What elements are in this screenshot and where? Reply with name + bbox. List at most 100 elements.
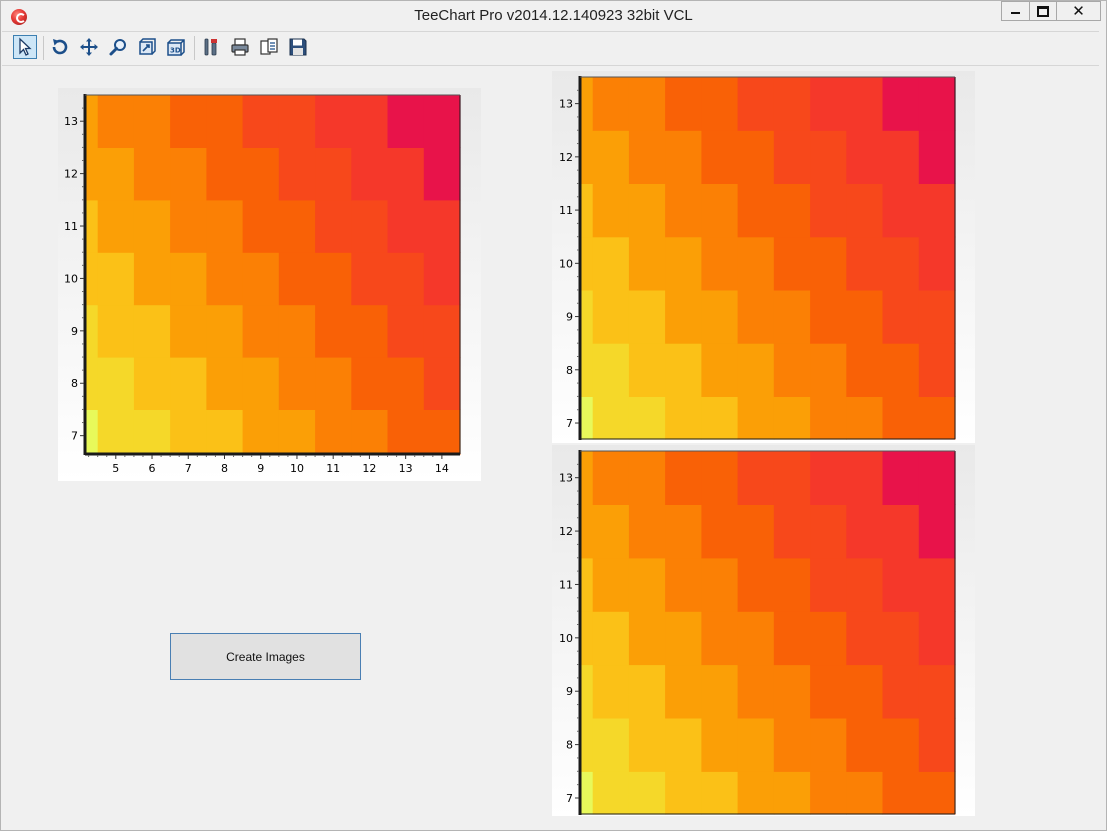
y-tick-label: 9	[566, 311, 573, 324]
heatmap-cell	[592, 396, 630, 440]
heatmap-cell	[628, 451, 666, 505]
heatmap-cell	[773, 717, 811, 772]
heatmap-cell	[773, 664, 811, 719]
window-title: TeeChart Pro v2014.12.140923 32bit VCL	[414, 7, 693, 24]
heatmap-cell	[701, 130, 739, 184]
y-tick-label: 13	[64, 115, 78, 128]
app-window: TeeChart Pro v2014.12.140923 32bit VCL ✕	[0, 0, 1107, 831]
depth-tool-button[interactable]	[135, 35, 159, 59]
heatmap-cell	[278, 95, 316, 148]
y-tick-label: 7	[566, 792, 573, 805]
heatmap-cell	[846, 236, 884, 291]
heatmap-cell	[423, 147, 461, 201]
heatmap-cell	[773, 77, 811, 131]
heatmap-chart-2[interactable]: 7 8 9 10 11 12 13	[552, 71, 975, 443]
view3d-icon: 3D	[167, 39, 185, 56]
heatmap-cell	[665, 664, 702, 719]
heatmap-cell	[242, 252, 280, 306]
y-tick-label: 11	[64, 220, 78, 233]
y-tick-label: 11	[559, 204, 573, 217]
heatmap-cell	[628, 664, 666, 719]
heatmap-cell	[97, 95, 135, 148]
heatmap-cell	[387, 199, 425, 253]
y-tick-label: 13	[559, 98, 573, 111]
heatmap-plot-3[interactable]: 7 8 9 10 11 12 13	[552, 445, 975, 816]
heatmap-cell	[580, 611, 594, 666]
heatmap-cell	[278, 357, 316, 410]
heatmap-cell	[351, 252, 389, 306]
edit-settings-icon	[204, 38, 217, 56]
save-tool-button[interactable]	[286, 35, 310, 59]
heatmap-cell	[351, 199, 389, 253]
heatmap-cell	[665, 289, 702, 344]
heatmap-cell	[773, 130, 811, 184]
minimize-button[interactable]	[1001, 1, 1029, 21]
heatmap-cell	[665, 343, 702, 397]
heatmap-cell	[701, 236, 739, 291]
heatmap-cell	[351, 409, 389, 455]
heatmap-cell	[665, 451, 702, 505]
heatmap-cell	[85, 304, 99, 358]
heatmap-cell	[580, 396, 594, 440]
heatmap-cell	[387, 409, 425, 455]
x-tick-label: 14	[435, 462, 449, 475]
heatmap-cell	[737, 183, 775, 238]
heatmap-cell	[628, 183, 666, 238]
rotate-tool-button[interactable]	[48, 35, 72, 59]
close-button[interactable]: ✕	[1056, 1, 1101, 21]
print-tool-button[interactable]	[228, 35, 252, 59]
heatmap-cell	[85, 147, 99, 201]
heatmap-cell	[773, 611, 811, 666]
heatmap-cell	[242, 95, 280, 148]
heatmap-cell	[737, 717, 775, 772]
heatmap-cell	[918, 771, 956, 815]
heatmap-cell	[206, 357, 244, 410]
heatmap-cell	[85, 199, 99, 253]
heatmap-plot-1[interactable]: 7 8 9 10 11 12 13 5 6 7 8 9 10 11 12 13 14	[58, 88, 481, 481]
heatmap-plot-2[interactable]: 7 8 9 10 11 12 13	[552, 71, 975, 443]
heatmap-cell	[846, 717, 884, 772]
heatmap-cell	[773, 557, 811, 612]
heatmap-cell	[701, 343, 739, 397]
heatmap-cell	[810, 611, 847, 666]
heatmap-cell	[810, 664, 847, 719]
y-tick-label: 10	[64, 272, 78, 285]
heatmap-cell	[810, 236, 847, 291]
heatmap-cell	[810, 504, 847, 559]
heatmap-cell	[665, 557, 702, 612]
heatmap-cell	[882, 717, 920, 772]
heatmap-cell	[206, 95, 244, 148]
heatmap-cell	[701, 396, 739, 440]
heatmap-cell	[846, 771, 884, 815]
heatmap-cell	[592, 451, 630, 505]
heatmap-cell	[206, 147, 244, 201]
heatmap-chart-1[interactable]: 7 8 9 10 11 12 13 5 6 7 8 9 10 11 12 13 14	[58, 88, 481, 481]
edit-settings-tool-button[interactable]	[199, 35, 223, 59]
heatmap-cell	[918, 289, 956, 344]
heatmap-cell	[85, 252, 99, 306]
create-images-button[interactable]: Create Images	[170, 633, 361, 680]
heatmap-chart-3[interactable]: 7 8 9 10 11 12 13	[552, 445, 975, 816]
move-tool-button[interactable]	[77, 35, 101, 59]
heatmap-cell	[592, 289, 630, 344]
heatmap-cell	[242, 357, 280, 410]
heatmap-cell	[592, 717, 630, 772]
heatmap-cell	[846, 504, 884, 559]
heatmap-cell	[133, 252, 171, 306]
heatmap-cell	[133, 357, 171, 410]
select-tool-button[interactable]	[13, 35, 37, 59]
heatmap-cell	[665, 611, 702, 666]
y-tick-label: 10	[559, 632, 573, 645]
heatmap-cell	[387, 357, 425, 410]
export-tool-button[interactable]	[257, 35, 281, 59]
heatmap-cell	[701, 183, 739, 238]
heatmap-cell	[580, 717, 594, 772]
maximize-button[interactable]	[1029, 1, 1056, 21]
view3d-tool-button[interactable]: 3D	[164, 35, 188, 59]
heatmap-cell	[665, 771, 702, 815]
heatmap-cell	[701, 504, 739, 559]
heatmap-cell	[592, 557, 630, 612]
heatmap-cells	[580, 451, 956, 815]
zoom-tool-button[interactable]	[106, 35, 130, 59]
title-bar[interactable]: TeeChart Pro v2014.12.140923 32bit VCL ✕	[1, 1, 1106, 31]
